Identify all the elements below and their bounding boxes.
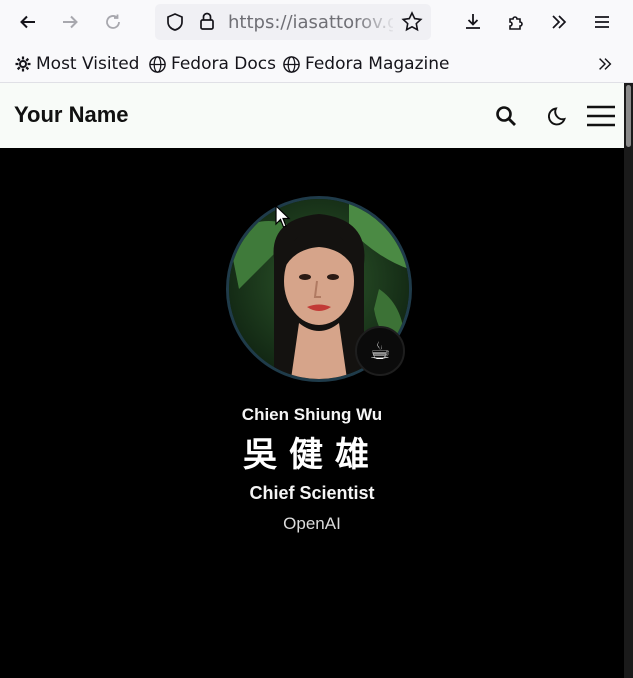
gear-icon <box>15 56 31 72</box>
bookmark-label: Fedora Magazine <box>305 54 450 74</box>
app-menu-button[interactable] <box>588 8 616 36</box>
reload-button[interactable] <box>99 8 127 36</box>
bookmark-fedora-magazine[interactable]: Fedora Magazine <box>282 53 449 75</box>
extensions-button[interactable] <box>502 8 530 36</box>
hamburger-icon <box>595 16 609 28</box>
globe-icon <box>283 55 300 73</box>
bookmark-most-visited[interactable]: Most Visited <box>14 53 139 75</box>
browser-toolbar: https://iasattorov.github.io <box>0 0 633 44</box>
scrollbar-thumb[interactable] <box>626 85 631 147</box>
downloads-button[interactable] <box>459 8 487 36</box>
bookmark-label: Most Visited <box>36 54 140 74</box>
site-menu-button[interactable] <box>585 103 617 129</box>
download-icon <box>466 14 480 29</box>
puzzle-icon <box>509 16 523 30</box>
lock-icon[interactable] <box>198 11 216 31</box>
mouse-cursor-icon <box>275 205 291 228</box>
overflow-button[interactable] <box>545 8 573 36</box>
status-badge: ☕ <box>355 326 405 376</box>
site-header: Your Name <box>0 83 624 149</box>
profile-organization: OpenAI <box>283 514 341 533</box>
coffee-icon: ☕ <box>369 337 391 365</box>
hamburger-icon <box>587 105 615 127</box>
reload-icon <box>106 14 120 29</box>
site-brand[interactable]: Your Name <box>14 102 129 128</box>
bookmark-fedora-docs[interactable]: Fedora Docs <box>148 53 276 75</box>
profile-role: Chief Scientist <box>249 483 375 503</box>
double-chevron-icon <box>552 15 567 29</box>
back-arrow-icon <box>20 15 35 29</box>
bookmarks-overflow-button[interactable] <box>596 53 618 75</box>
profile-name-cjk: 吳健雄 <box>243 435 381 475</box>
forward-arrow-icon <box>63 15 78 29</box>
back-button[interactable] <box>14 8 42 36</box>
star-bookmark-icon[interactable] <box>401 11 423 33</box>
search-button[interactable] <box>493 103 519 129</box>
profile-name: Chien Shiung Wu <box>241 405 383 424</box>
url-bar[interactable]: https://iasattorov.github.io <box>155 4 431 40</box>
url-fade <box>355 4 397 40</box>
double-chevron-icon <box>599 58 612 70</box>
bookmarks-toolbar: Most Visited Fedora Docs Fedora Magazine <box>0 44 633 83</box>
page-scrollbar[interactable] <box>624 83 633 678</box>
moon-icon <box>548 107 566 126</box>
bookmark-label: Fedora Docs <box>171 54 277 74</box>
globe-icon <box>149 55 166 73</box>
theme-toggle-button[interactable] <box>546 103 572 129</box>
forward-button[interactable] <box>56 8 84 36</box>
shield-icon[interactable] <box>165 12 185 32</box>
search-icon <box>496 106 516 126</box>
